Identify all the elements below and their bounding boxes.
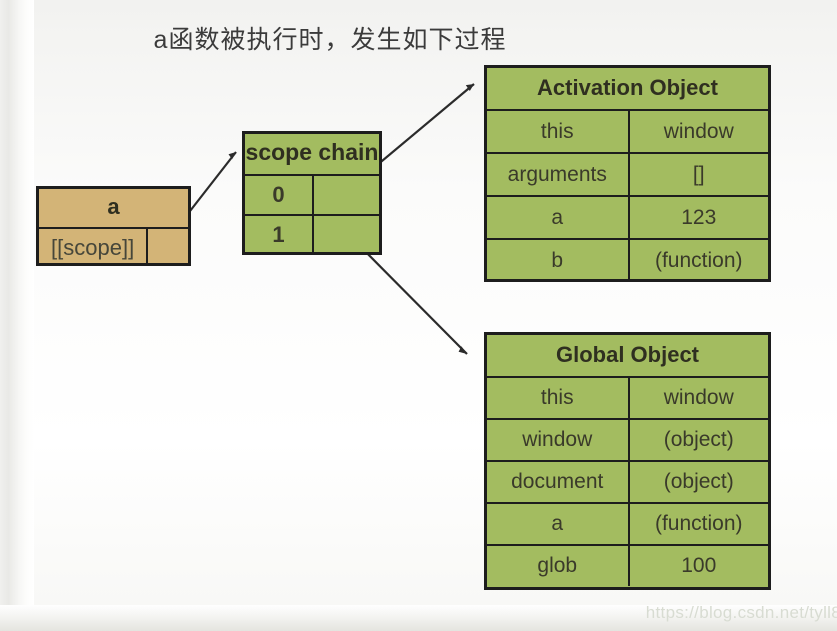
function-a-scope-key: [[scope]] [51, 234, 135, 260]
table-row: a (function) [487, 502, 768, 544]
function-a-title: a [107, 194, 120, 219]
scope-chain-value-0 [312, 176, 379, 214]
function-a-scope-value [146, 229, 188, 266]
table-row: a 123 [487, 195, 768, 238]
table-row: document (object) [487, 460, 768, 502]
table-row: arguments [] [487, 152, 768, 195]
table-row: 0 [245, 174, 379, 214]
table-row: 1 [245, 214, 379, 254]
function-a-box: a [[scope]] [36, 186, 191, 266]
activation-object-title: Activation Object [537, 75, 718, 100]
global-object-value-0: window [627, 378, 769, 418]
activation-object-value-1: [] [627, 154, 769, 195]
activation-object-value-3: (function) [627, 240, 769, 281]
scope-chain-index-0: 0 [272, 182, 285, 207]
table-row: this window [487, 109, 768, 152]
global-object-value-2: (object) [627, 462, 769, 502]
scope-chain-value-1 [312, 216, 379, 254]
global-object-box: Global Object this window window (object… [484, 332, 771, 590]
table-row: this window [487, 376, 768, 418]
activation-object-key-3: b [551, 248, 564, 272]
activation-object-box: Activation Object this window arguments … [484, 65, 771, 282]
scope-chain-title-text: scope chain [245, 139, 379, 165]
scope-chain-title: scope chain [245, 134, 379, 174]
scope-chain-index-1: 1 [272, 222, 285, 247]
activation-object-key-2: a [551, 205, 564, 229]
global-object-value-1: (object) [627, 420, 769, 460]
global-object-key-3: a [551, 512, 564, 535]
table-row: window (object) [487, 418, 768, 460]
global-object-key-1: window [522, 428, 593, 451]
scope-chain-box: scope chain 0 1 [242, 131, 382, 255]
activation-object-key-1: arguments [507, 162, 607, 186]
table-row: glob 100 [487, 544, 768, 586]
slide-canvas: a函数被执行时，发生如下过程 a [[scope]] scope chain 0… [0, 0, 837, 631]
left-edge-gradient [0, 0, 34, 631]
global-object-value-3: (function) [627, 504, 769, 544]
global-object-key-2: document [511, 470, 604, 493]
global-object-title: Global Object [555, 342, 700, 367]
global-object-key-4: glob [537, 554, 578, 577]
activation-object-value-0: window [627, 111, 769, 152]
page-title: a函数被执行时，发生如下过程 [153, 26, 507, 54]
global-object-key-0: this [540, 386, 574, 409]
global-object-value-4: 100 [627, 546, 769, 586]
table-row: [[scope]] [39, 227, 188, 266]
activation-object-key-0: this [540, 119, 574, 143]
table-row: b (function) [487, 238, 768, 281]
watermark: https://blog.csdn.net/tyll8 [645, 603, 837, 622]
activation-object-value-2: 123 [627, 197, 769, 238]
